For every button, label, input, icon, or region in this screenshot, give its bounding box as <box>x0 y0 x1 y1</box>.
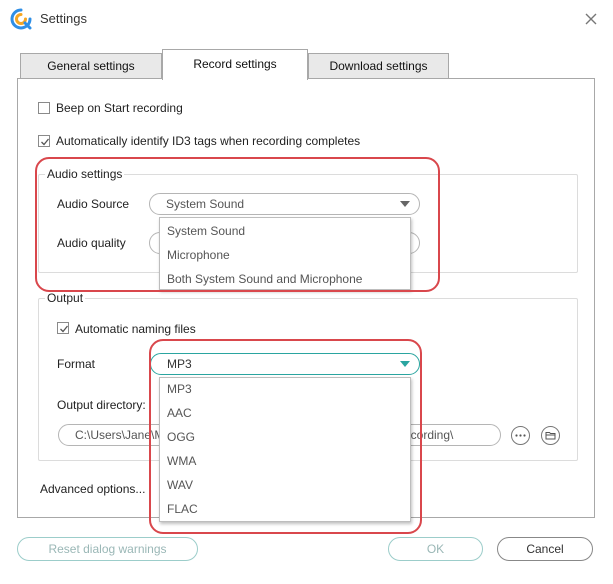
tab-download-settings[interactable]: Download settings <box>308 53 449 79</box>
auto-naming-label: Automatic naming files <box>75 322 196 336</box>
beep-on-start-label: Beep on Start recording <box>56 101 183 115</box>
reset-dialog-warnings-button[interactable]: Reset dialog warnings <box>17 537 198 561</box>
advanced-options-link[interactable]: Advanced options... <box>40 482 145 496</box>
window-title: Settings <box>40 11 87 26</box>
format-label: Format <box>57 357 96 371</box>
output-directory-label: Output directory: <box>57 398 146 412</box>
format-option[interactable]: WAV <box>160 478 410 492</box>
record-settings-panel: Beep on Start recording Automatically id… <box>17 78 595 522</box>
audio-settings-title: Audio settings <box>45 167 125 181</box>
audio-source-label: Audio Source <box>57 197 130 211</box>
audio-source-option[interactable]: Both System Sound and Microphone <box>160 272 410 286</box>
format-option[interactable]: AAC <box>160 406 410 420</box>
beep-on-start-checkbox[interactable] <box>38 102 50 114</box>
auto-id3-label: Automatically identify ID3 tags when rec… <box>56 134 361 148</box>
more-horizontal-icon <box>515 434 526 437</box>
output-directory-path-start: C:\Users\Jane\M <box>75 428 165 442</box>
folder-icon <box>545 432 556 440</box>
tab-general-settings[interactable]: General settings <box>20 53 162 79</box>
format-option[interactable]: WMA <box>160 454 410 468</box>
audio-source-value: System Sound <box>166 197 245 211</box>
title-bar: Settings <box>0 0 613 38</box>
chevron-down-icon <box>400 361 410 367</box>
audio-source-option[interactable]: System Sound <box>160 224 410 238</box>
audio-source-dropdown: System Sound Microphone Both System Soun… <box>159 217 411 290</box>
format-option[interactable]: MP3 <box>160 382 410 396</box>
audio-source-select[interactable]: System Sound <box>149 193 420 215</box>
format-option[interactable]: OGG <box>160 430 410 444</box>
format-select[interactable]: MP3 <box>150 353 420 375</box>
audio-source-option[interactable]: Microphone <box>160 248 410 262</box>
tab-record-settings[interactable]: Record settings <box>162 49 308 80</box>
audio-quality-label: Audio quality <box>57 236 126 250</box>
open-folder-button[interactable] <box>541 426 560 445</box>
format-value: MP3 <box>167 357 192 371</box>
checkmark-icon <box>41 138 50 146</box>
checkmark-icon <box>60 325 69 333</box>
auto-id3-checkbox[interactable] <box>38 135 50 147</box>
browse-more-button[interactable] <box>511 426 530 445</box>
close-icon[interactable] <box>582 10 600 28</box>
format-dropdown: MP3 AAC OGG WMA WAV FLAC <box>159 377 411 522</box>
auto-naming-checkbox[interactable] <box>57 322 69 334</box>
format-option[interactable]: FLAC <box>160 502 410 516</box>
ok-button[interactable]: OK <box>388 537 483 561</box>
cancel-button[interactable]: Cancel <box>497 537 593 561</box>
chevron-down-icon <box>400 201 410 207</box>
output-title: Output <box>45 291 86 305</box>
app-logo-icon <box>10 8 32 30</box>
